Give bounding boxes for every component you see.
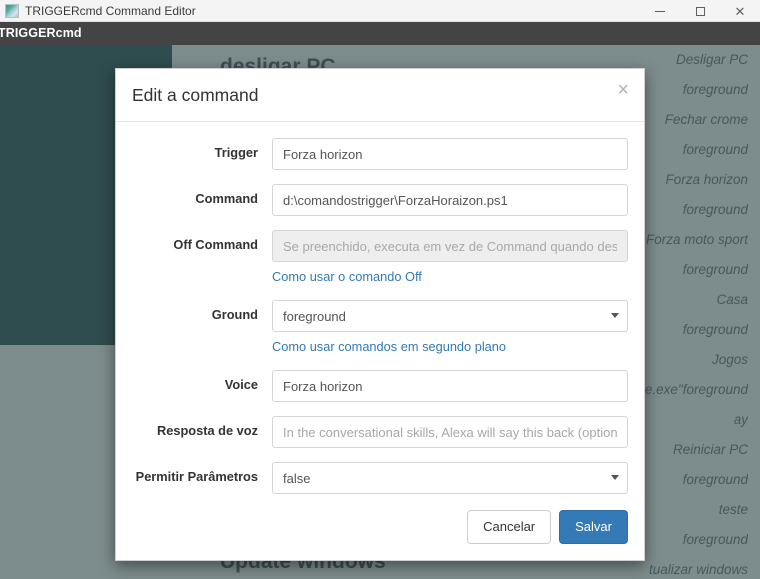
minimize-button[interactable] <box>640 0 680 22</box>
dialog-title: Edit a command <box>132 84 259 105</box>
allow-params-label: Permitir Parâmetros <box>135 469 258 484</box>
dialog-header: Edit a command × <box>116 69 644 122</box>
form-row-off-command: Off Command Como usar o comando Off <box>132 230 628 286</box>
voice-input[interactable] <box>272 370 628 402</box>
allow-params-select[interactable] <box>272 462 628 494</box>
maximize-icon <box>695 6 705 16</box>
form-row-command: Command <box>132 184 628 216</box>
dialog-body: Trigger Command Off Command Como usar o … <box>116 122 644 510</box>
voice-reply-label: Resposta de voz <box>157 423 258 438</box>
command-input[interactable] <box>272 184 628 216</box>
command-label: Command <box>195 191 258 206</box>
off-command-input[interactable] <box>272 230 628 262</box>
ground-select[interactable] <box>272 300 628 332</box>
app-header-bar: TRIGGERcmd <box>0 22 760 45</box>
window-titlebar: TRIGGERcmd Command Editor ✕ <box>0 0 760 22</box>
trigger-label: Trigger <box>214 145 258 160</box>
window-controls: ✕ <box>640 0 760 22</box>
trigger-input[interactable] <box>272 138 628 170</box>
form-row-voice-reply: Resposta de voz <box>132 416 628 448</box>
app-root: TRIGGERcmd Command Editor ✕ TRIGGERcmd d… <box>0 0 760 579</box>
close-button[interactable]: ✕ <box>720 0 760 22</box>
app-brand[interactable]: TRIGGERcmd <box>0 22 82 45</box>
dialog-footer: Cancelar Salvar <box>116 509 644 560</box>
app-icon <box>5 3 19 18</box>
ground-label: Ground <box>211 307 258 322</box>
form-row-trigger: Trigger <box>132 138 628 170</box>
off-command-label: Off Command <box>173 237 258 252</box>
maximize-button[interactable] <box>680 0 720 22</box>
form-row-allow-params: Permitir Parâmetros <box>132 462 628 494</box>
window-title: TRIGGERcmd Command Editor <box>25 3 196 18</box>
save-button[interactable]: Salvar <box>559 509 628 544</box>
off-command-help-link[interactable]: Como usar o comando Off <box>272 269 422 284</box>
close-icon: ✕ <box>734 3 746 19</box>
dialog-close-icon[interactable]: × <box>617 80 629 100</box>
minimize-icon <box>655 10 665 12</box>
voice-reply-input[interactable] <box>272 416 628 448</box>
voice-label: Voice <box>224 377 258 392</box>
form-row-ground: Ground Como usar comandos em segundo pla… <box>132 300 628 356</box>
edit-command-dialog: Edit a command × Trigger Command Off Com… <box>115 68 645 561</box>
ground-help-link[interactable]: Como usar comandos em segundo plano <box>272 339 506 354</box>
form-row-voice: Voice <box>132 370 628 402</box>
cancel-button[interactable]: Cancelar <box>467 509 552 544</box>
